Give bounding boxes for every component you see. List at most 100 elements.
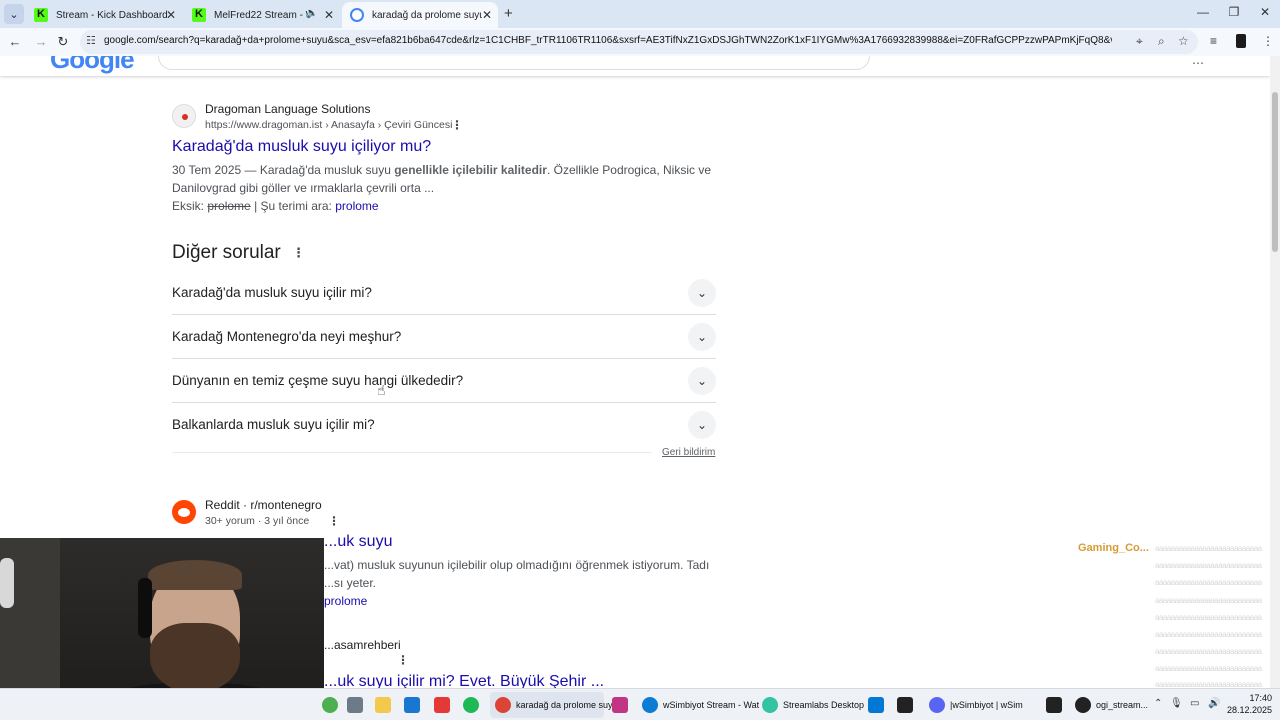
tiktok-icon[interactable] [1046,697,1062,713]
result-site-name[interactable]: Dragoman Language Solutions [205,102,370,116]
kick-icon [34,8,48,22]
result-options-icon[interactable]: ⋮ [397,653,409,667]
browser-toolbar: ← → ↻ ☷ google.com/search?q=karadağ+da+p… [0,28,1280,56]
result-url[interactable]: https://www.dragoman.ist › Anasayfa › Çe… [205,119,452,131]
taskbar-app-label: wSimbiyot Stream - Wat [663,700,760,710]
tiktok-live-icon [1075,697,1091,713]
apps-icon[interactable]: ⋯ [1192,56,1205,70]
scrollbar-thumb[interactable] [1272,92,1278,252]
taskbar-app-streamlabs[interactable]: Streamlabs Desktop [757,692,864,718]
location-icon[interactable]: ⌖ [1136,34,1143,49]
minimize-icon[interactable]: — [1186,5,1220,19]
volume-icon[interactable]: 🔊 [1208,698,1220,709]
result-snippet: ...vat) musluk suyunun içilebilir olup o… [324,556,710,610]
back-icon[interactable]: ← [6,33,24,51]
snippet-text: . Özellikle Podrogica, Niksic ve [546,163,711,177]
tab-search-icon[interactable]: ⌄ [4,4,24,24]
close-tab-icon[interactable]: ✕ [324,8,334,22]
close-tab-icon[interactable]: ✕ [166,8,176,22]
taskbar-app-label: karadağ da prolome suy [516,700,613,710]
snippet-line: ...vat) musluk suyunun içilebilir olup o… [324,558,710,572]
restore-icon[interactable]: ❐ [1217,5,1251,19]
result-site-name[interactable]: ...asamrehberi [324,638,401,652]
instagram-icon[interactable] [612,697,628,713]
google-logo[interactable]: Google [50,56,135,75]
snippet-line: Danilovgrad gibi göller ve ırmaklarla çe… [172,181,435,195]
reload-icon[interactable]: ↻ [54,33,72,51]
tray-chevron-icon[interactable]: ⌃ [1154,698,1162,709]
paa-heading: Diğer sorular [172,242,281,263]
speaker-icon[interactable]: 🔈 [306,8,318,19]
url-text[interactable]: google.com/search?q=karadağ+da+prolome+s… [104,35,1112,46]
chat-message: aaaaaaaaaaaaaaaaaaaaaaaaaaa [1155,544,1262,553]
store-icon[interactable] [404,697,420,713]
must-include-link[interactable]: prolome [335,199,378,213]
vertical-scrollbar[interactable] [1270,56,1280,688]
must-include-label: | Şu terimi ara: [254,199,332,213]
taskbar-app-obs[interactable]: ogi_stream... [1070,692,1150,718]
edge-icon [642,697,658,713]
snippet-bold: genellikle içilebilir kalitedir [394,163,547,177]
snippet-text: Karadağ'da musluk suyu [256,163,395,177]
tab-melfred-stream[interactable]: MelFred22 Stream - Watch 🔈 ✕ [184,2,340,28]
forward-icon[interactable]: → [32,33,50,51]
must-include-link[interactable]: prolome [324,594,367,608]
reading-list-icon[interactable]: ≡ [1210,34,1217,48]
paa-question-text: Balkanlarda musluk suyu içilir mi? [172,417,375,432]
outlook-icon[interactable] [868,697,884,713]
new-tab-icon[interactable]: + [504,5,513,22]
menu-icon[interactable]: ⋮ [1262,34,1274,48]
chat-message: aaaaaaaaaaaaaaaaaaaaaaaaaaa [1155,647,1262,656]
tab-google-search[interactable]: karadağ da prolome suyu - Goo ✕ [342,2,498,28]
network-icon[interactable]: ▭ [1190,698,1199,709]
task-view-icon[interactable] [347,697,363,713]
search-box[interactable] [158,56,870,70]
result-options-icon[interactable]: ⋮ [451,118,463,132]
zoom-icon[interactable]: ⌕ [1158,34,1165,49]
address-bar[interactable]: ☷ google.com/search?q=karadağ+da+prolome… [80,30,1198,54]
headphones-icon [138,578,152,638]
app-icon[interactable] [322,697,338,713]
google-header: Google ⋯ [0,56,1270,76]
snippet-line: ...sı yeter. [324,576,377,590]
file-explorer-icon[interactable] [375,697,391,713]
taskbar-clock[interactable]: 17:40 28.12.2025 [1226,692,1272,716]
tab-label: karadağ da prolome suyu - Goo [372,9,482,21]
chat-message: aaaaaaaaaaaaaaaaaaaaaaaaaaa [1155,578,1262,587]
result-title-link[interactable]: Karadağ'da musluk suyu içiliyor mu? [172,138,431,156]
chevron-down-icon[interactable]: ⌄ [688,411,716,439]
result-site-name[interactable]: Reddit · r/montenegro [205,498,322,512]
google-icon [350,8,364,22]
chevron-down-icon[interactable]: ⌄ [688,323,716,351]
tab-kick-dashboard[interactable]: Stream - Kick Dashboard ✕ [26,2,182,28]
feedback-link[interactable]: Geri bildirim [662,447,715,458]
chat-message: aaaaaaaaaaaaaaaaaaaaaaaaaaa [1155,561,1262,570]
close-tab-icon[interactable]: ✕ [482,8,492,22]
spotify-icon[interactable] [463,697,479,713]
chevron-down-icon[interactable]: ⌄ [688,367,716,395]
capcut-icon[interactable] [897,697,913,713]
paa-question[interactable]: Balkanlarda musluk suyu içilir mi? ⌄ [172,403,716,447]
clock-date: 28.12.2025 [1226,705,1272,715]
youtube-icon[interactable] [434,697,450,713]
taskbar-app-discord[interactable]: |wSimbiyot | wSim [924,692,1036,718]
dragoman-favicon [172,104,196,128]
result-options-icon[interactable]: ⋮ [328,514,340,528]
result-title-link[interactable]: ...uk suyu içilir mi? Evet. Büyük Şehir … [324,673,604,688]
taskbar-app-chrome[interactable]: karadağ da prolome suy [490,692,613,718]
site-info-icon[interactable]: ☷ [86,34,96,47]
chat-message: aaaaaaaaaaaaaaaaaaaaaaaaaaa [1155,613,1262,622]
chevron-down-icon[interactable]: ⌄ [688,279,716,307]
paa-question[interactable]: Karadağ'da musluk suyu içilir mi? ⌄ [172,271,716,315]
close-window-icon[interactable]: ✕ [1248,5,1280,19]
missing-term: prolome [207,199,251,213]
taskbar-app-edge[interactable]: wSimbiyot Stream - Wat [637,692,759,718]
paa-options-icon[interactable]: ⋮ [292,245,305,261]
paa-question[interactable]: Dünyanın en temiz çeşme suyu hangi ülked… [172,359,716,403]
mic-tray-icon[interactable]: 🎙 [1170,698,1183,709]
chrome-icon [495,697,511,713]
result-title-link[interactable]: ...uk suyu [324,533,392,551]
paa-question[interactable]: Karadağ Montenegro'da neyi meşhur? ⌄ [172,315,716,359]
extension-icon[interactable] [1236,34,1246,48]
bookmark-star-icon[interactable]: ☆ [1178,34,1189,48]
